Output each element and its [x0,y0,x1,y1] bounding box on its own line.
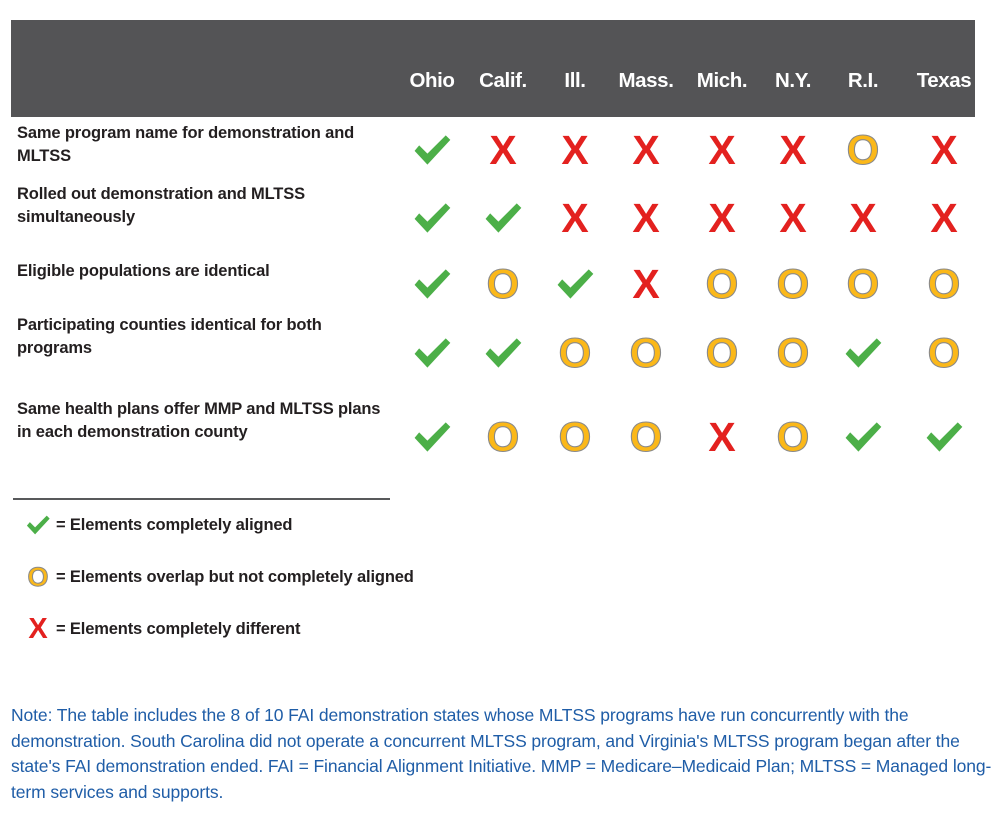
check-mark-icon [409,414,455,460]
cross-mark-icon: X [779,126,807,173]
circle-partial-icon: O [486,260,520,307]
cross-mark-icon: X [708,194,736,241]
row-label: Rolled out demonstration and MLTSS simul… [17,185,305,227]
circle-partial-icon: O [705,260,739,307]
column-header-mass: Mass. [618,69,674,92]
circle-partial-icon: O [705,329,739,376]
check-mark-icon [409,195,455,241]
row-label: Eligible populations are identical [17,262,270,280]
cross-mark-icon: X [28,612,48,645]
circle-partial-icon: O [629,329,663,376]
cross-mark-icon: X [489,126,517,173]
legend-item-label: = Elements completely different [56,619,301,638]
cross-mark-icon: X [561,194,589,241]
cross-mark-icon: X [632,194,660,241]
row-label: Same program name for demonstration and … [17,124,355,166]
check-mark-icon [409,261,455,307]
cross-mark-icon: X [708,413,736,460]
circle-partial-icon: O [776,260,810,307]
circle-partial-icon: O [558,413,592,460]
circle-partial-icon: O [846,260,880,307]
circle-partial-icon: O [846,126,880,173]
circle-partial-icon: O [27,561,49,592]
column-header-row: Ohio Calif. Ill. Mass. Mich. N.Y. R.I. Texas [11,20,975,117]
legend-item: = Elements completely aligned [23,510,293,540]
check-mark-icon [23,510,53,540]
check-mark-icon [921,414,967,460]
legend: = Elements completely aligned O = Elements… [13,498,414,643]
circle-partial-icon: O [776,329,810,376]
circle-partial-icon: O [927,329,961,376]
circle-partial-icon: O [486,413,520,460]
comparison-table: Ohio Calif. Ill. Mass. Mich. N.Y. R.I. Texas Sa… [11,20,975,489]
column-header-ri: R.I. [847,69,879,92]
cross-mark-icon: X [779,194,807,241]
cross-mark-icon: X [849,194,877,241]
check-mark-icon [840,414,886,460]
legend-item: X = Elements completely different [23,614,300,644]
check-mark-icon [840,330,886,376]
column-header-ny: N.Y. [775,69,811,92]
cross-mark-icon: X [930,126,958,173]
row-label: Participating counties identical for bot… [17,316,322,358]
legend-item: O = Elements overlap but not completely a… [23,562,414,592]
column-header-calif: Calif. [479,69,527,92]
check-mark-icon [480,330,526,376]
circle-partial-icon: O [776,413,810,460]
table-note: Note: The table includes the 8 of 10 FAI… [11,705,992,803]
cross-mark-icon: X [930,194,958,241]
legend-divider [13,498,390,500]
column-header-mich: Mich. [696,69,748,92]
circle-partial-icon: O [927,260,961,307]
cross-mark-icon: X [632,126,660,173]
check-mark-icon [480,195,526,241]
legend-item-label: = Elements completely aligned [56,515,293,534]
legend-item-label: = Elements overlap but not completely al… [56,567,414,586]
circle-partial-icon: O [629,413,663,460]
table-header-band: Ohio Calif. Ill. Mass. Mich. N.Y. R.I. Texas [11,20,975,117]
check-mark-icon [552,261,598,307]
circle-partial-icon: O [558,329,592,376]
cross-mark-icon: X [561,126,589,173]
column-header-ohio: Ohio [409,69,455,92]
check-mark-icon [409,330,455,376]
row-label: Same health plans offer MMP and MLTSS pl… [17,400,381,442]
column-header-ill: Ill. [564,69,586,92]
table-body: Same program name for demonstration and … [11,117,975,489]
cross-mark-icon: X [708,126,736,173]
column-header-texas: Texas [916,69,972,92]
check-mark-icon [409,127,455,173]
cross-mark-icon: X [632,260,660,307]
